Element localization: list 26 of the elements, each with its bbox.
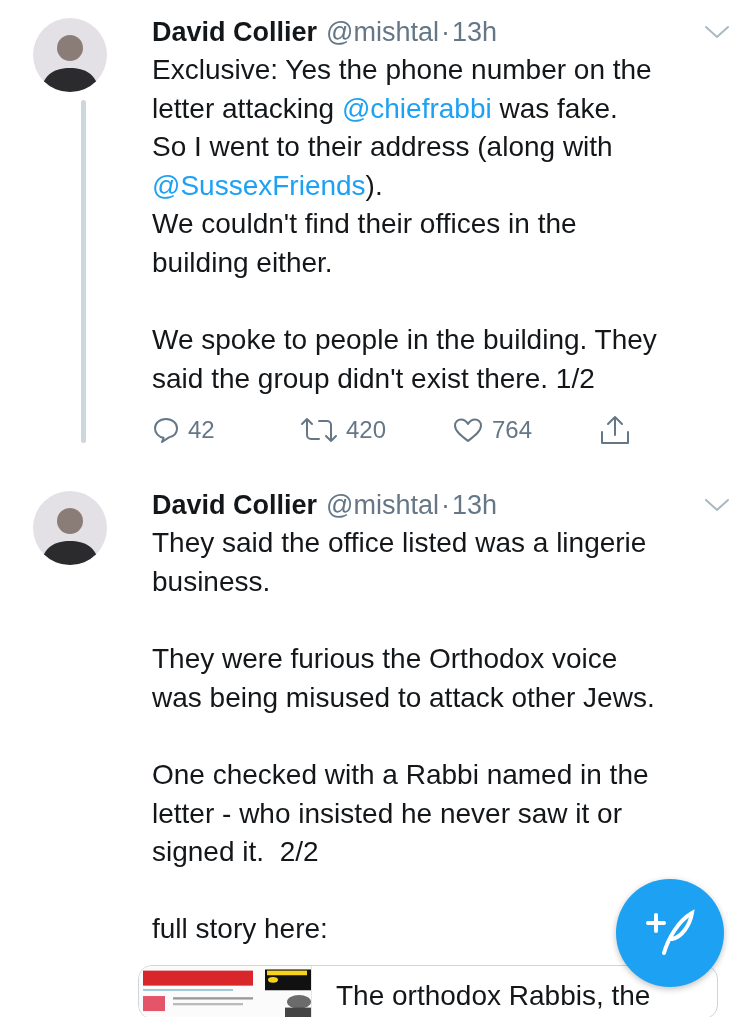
tweet-text: They were furious the Orthodox voice was being misused to attack other Jews. [152,642,655,715]
tweet-text: They said the office listed was a lingerie business. [152,526,647,599]
reply-count: 42 [188,416,215,445]
like-count: 764 [492,416,533,445]
compose-button[interactable] [616,879,724,987]
tweet-text: One checked with a Rabbi named in the letter - who insisted he never saw it or signed it. 2/2 [152,757,649,870]
heart-icon[interactable] [452,416,484,445]
author-handle[interactable]: @mishtal [326,16,439,48]
tweet-text: We spoke to people in the building. They said the group didn't exist there. 1/2 [152,323,657,396]
tweet-text: Exclusive: Yes the phone number on the letter attacking @chiefrabbi was fake. So I went to their address (along with @SussexFriends). We couldn't find their offices in the building either. [152,53,652,280]
separator-dot: · [441,489,450,521]
author-name[interactable]: David Collier [152,16,318,48]
separator-dot: · [441,16,450,48]
timestamp: 13h [452,489,498,521]
retweet-icon[interactable] [300,416,338,445]
author-handle[interactable]: @mishtal [326,489,439,521]
speech-bubble-icon[interactable] [152,416,180,445]
retweet-count: 420 [346,416,387,445]
feather-plus-icon [644,909,696,957]
author-name[interactable]: David Collier [152,489,318,521]
link-title: The orthodox Rabbis, the [335,978,651,1012]
share-icon[interactable] [599,415,631,446]
timestamp: 13h [452,16,498,48]
mention-link[interactable]: @chiefrabbi [341,92,492,124]
mention-link[interactable]: @SussexFriends [152,169,366,201]
tweet-text: full story here: [152,912,328,947]
